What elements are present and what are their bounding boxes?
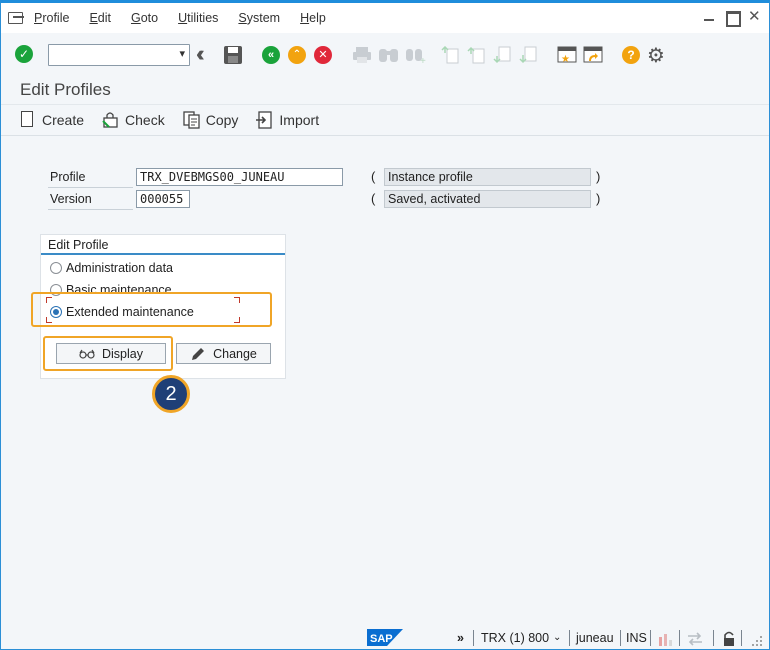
svg-text:★: ★ [561,54,570,65]
check-button[interactable]: Check [102,111,165,129]
radio-administration-data[interactable]: Administration data [50,261,173,275]
enter-icon[interactable]: ✓ [15,45,33,63]
status-separator [473,630,474,646]
status-bar: SAP » TRX (1) 800 ⌄ juneau INS [1,627,769,649]
cancel-icon[interactable]: ✕ [314,46,332,64]
shortcut-icon[interactable] [583,45,605,65]
import-label: Import [279,112,320,128]
status-system[interactable]: TRX (1) 800 [481,631,549,645]
status-separator [650,630,651,646]
check-icon [102,112,118,128]
profile-label-underline [48,187,133,188]
app-menu-icon[interactable] [8,11,26,25]
version-field[interactable]: 000055 [136,190,190,208]
sap-logo-icon: SAP [367,629,403,646]
profile-field[interactable]: TRX_DVEBMGS00_JUNEAU [136,168,343,186]
status-separator [620,630,621,646]
chevron-down-icon[interactable]: ⌄ [553,632,561,643]
version-label: Version [50,192,92,206]
edit-profile-title: Edit Profile [48,238,109,252]
maximize-icon[interactable] [726,11,741,27]
check-label: Check [125,112,165,128]
paren-open: ( [371,191,376,206]
status-mode[interactable]: INS [626,631,647,645]
radio-label: Administration data [66,261,174,275]
back-double-icon[interactable]: ‹‹ [196,41,204,67]
transfer-icon[interactable] [686,631,704,647]
create-button[interactable]: Create [19,111,84,129]
focus-corner [234,317,240,323]
back-icon[interactable]: « [262,46,280,64]
paren-open: ( [371,169,376,184]
menu-bar: Profile Edit Goto Utilities System Help … [1,3,769,33]
prev-page-icon[interactable] [467,46,487,64]
create-label: Create [42,112,85,128]
chevron-down-icon[interactable]: ▾ [179,47,185,60]
status-separator [679,630,680,646]
copy-icon [183,111,200,129]
window-controls: ✕ [704,9,761,27]
status-separator [741,630,742,646]
pencil-icon [192,347,205,360]
standard-toolbar: ✓ ▾ ‹‹ « ⌃ ✕ + ★ ? ⚙ [1,39,769,69]
change-button[interactable]: Change [176,343,271,364]
profile-type-field: Instance profile [384,168,591,186]
copy-label: Copy [205,112,239,128]
menu-goto[interactable]: Goto [131,11,158,25]
status-nav-icon[interactable]: » [457,631,464,645]
application-toolbar: Create Check Copy Import [1,104,769,136]
change-label: Change [213,346,257,361]
import-icon [256,111,273,129]
help-icon[interactable]: ? [622,46,640,64]
save-icon[interactable] [223,45,243,65]
settings-icon[interactable]: ⚙ [647,43,665,68]
close-icon[interactable]: ✕ [748,9,761,24]
focus-corner [46,297,52,303]
sap-window: Profile Edit Goto Utilities System Help … [0,0,770,650]
last-page-icon[interactable] [519,46,539,64]
menu-edit[interactable]: Edit [89,11,111,25]
svg-text:+: + [420,56,426,64]
paren-close: ) [596,191,601,206]
paren-close: ) [596,169,601,184]
status-user: juneau [576,631,614,645]
svg-text:SAP: SAP [370,633,393,645]
menu-utilities[interactable]: Utilities [178,11,218,25]
print-icon[interactable] [352,46,372,64]
lock-icon[interactable] [722,630,736,647]
focus-corner [234,297,240,303]
find-next-icon[interactable]: + [405,46,427,64]
menu-help[interactable]: Help [300,11,326,25]
find-icon[interactable] [378,46,400,64]
create-icon [19,111,36,129]
chart-icon[interactable] [657,631,673,647]
resize-grip-icon[interactable] [751,635,763,647]
radio-button[interactable] [50,262,62,274]
menu-system[interactable]: System [238,11,280,25]
focus-corner [46,317,52,323]
next-page-icon[interactable] [493,46,513,64]
profile-label: Profile [50,170,86,184]
minimize-icon[interactable] [704,11,715,22]
first-page-icon[interactable] [441,46,461,64]
status-separator [713,630,714,646]
main-content: Profile TRX_DVEBMGS00_JUNEAU Version 000… [1,137,769,627]
copy-button[interactable]: Copy [183,111,239,129]
exit-icon[interactable]: ⌃ [288,46,306,64]
menu-profile[interactable]: Profile [34,11,69,25]
version-status-field: Saved, activated [384,190,591,208]
command-field[interactable]: ▾ [48,44,190,66]
import-button[interactable]: Import [256,111,319,129]
version-label-underline [48,209,133,210]
status-separator [569,630,570,646]
page-title: Edit Profiles [20,80,111,99]
group-title-underline [41,253,285,255]
step-badge: 2 [152,375,190,413]
new-session-icon[interactable]: ★ [557,45,579,65]
highlight-display-button [43,336,173,371]
